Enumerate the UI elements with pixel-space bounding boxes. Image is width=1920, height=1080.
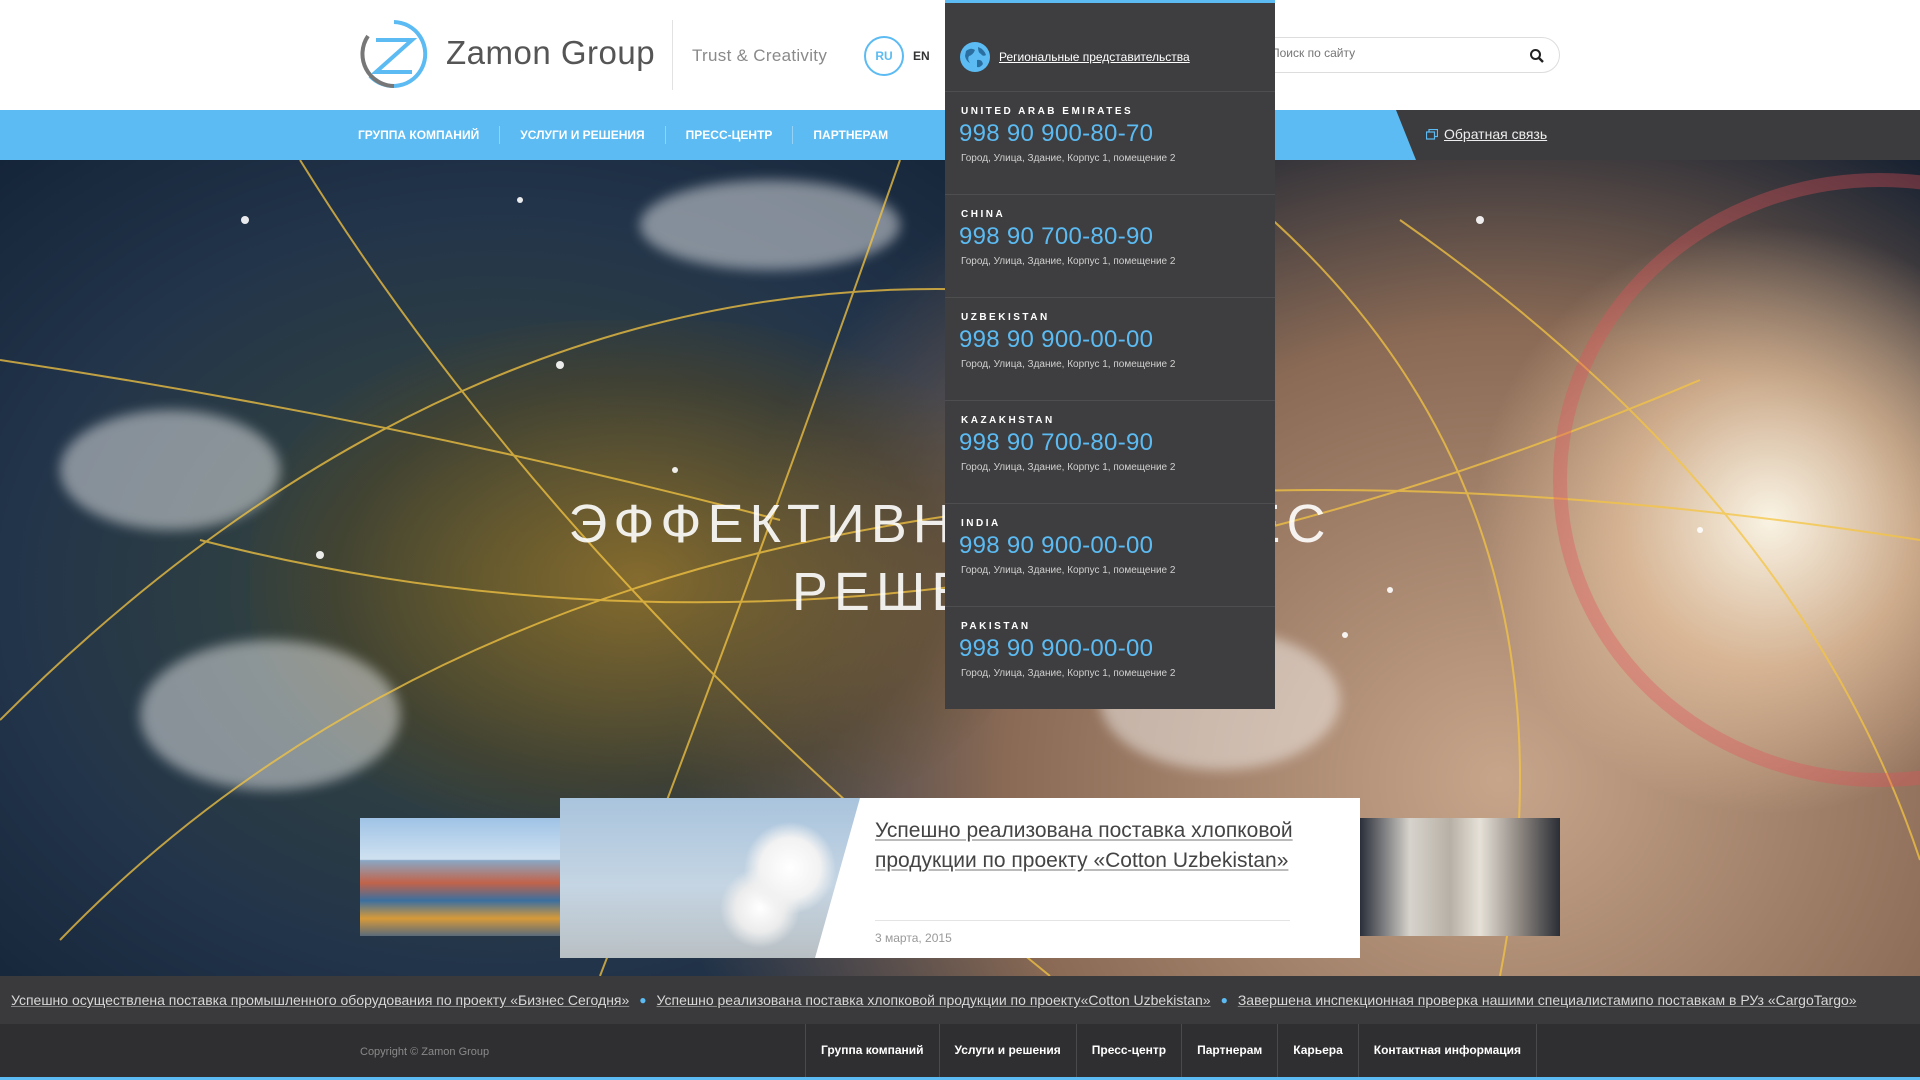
region-country: PAKISTAN: [961, 621, 1031, 632]
region-entry-kazakhstan: KAZAKHSTAN 998 90 700-80-90 Город, Улица…: [945, 400, 1275, 503]
nav-item-partners[interactable]: ПАРТНЕРАМ: [792, 126, 908, 144]
region-phone[interactable]: 998 90 700-80-90: [959, 223, 1275, 251]
zamon-logo-icon[interactable]: [358, 18, 430, 90]
nav-item-group[interactable]: ГРУППА КОМПАНИЙ: [358, 126, 499, 144]
feedback-window-icon: [1426, 128, 1438, 140]
region-address: Город, Улица, Здание, Корпус 1, помещени…: [961, 462, 1176, 473]
region-phone[interactable]: 998 90 900-80-70: [959, 120, 1275, 148]
region-entry-india: INDIA 998 90 900-00-00 Город, Улица, Зда…: [945, 503, 1275, 606]
footer-item-contacts[interactable]: Контактная информация: [1357, 1024, 1537, 1077]
lang-en-button[interactable]: EN: [913, 49, 930, 63]
regional-offices-dropdown: Региональные представительства UNITED AR…: [945, 0, 1275, 709]
search-input[interactable]: [1271, 46, 1511, 60]
news-divider: [875, 920, 1290, 921]
logo-text[interactable]: Zamon Group: [446, 34, 655, 72]
region-address: Город, Улица, Здание, Корпус 1, помещени…: [961, 565, 1176, 576]
nav-item-press[interactable]: ПРЕСС-ЦЕНТР: [664, 126, 793, 144]
copyright: Copyright © Zamon Group: [360, 1046, 490, 1058]
footer-item-partners[interactable]: Партнерам: [1181, 1024, 1277, 1077]
region-phone[interactable]: 998 90 700-80-90: [959, 429, 1275, 457]
ticker-item[interactable]: Успешно осуществлена поставка промышленн…: [11, 992, 629, 1008]
news-image-cotton[interactable]: [560, 798, 860, 958]
ticker-separator: ●: [639, 993, 647, 1007]
globe-icon: [960, 42, 990, 72]
region-country: INDIA: [961, 518, 1001, 529]
region-country: KAZAKHSTAN: [961, 415, 1055, 426]
region-entry-uzbekistan: UZBEKISTAN 998 90 900-00-00 Город, Улица…: [945, 297, 1275, 400]
region-phone[interactable]: 998 90 900-00-00: [959, 326, 1275, 354]
region-entry-china: CHINA 998 90 700-80-90 Город, Улица, Зда…: [945, 194, 1275, 297]
site-footer: Copyright © Zamon Group Группа компаний …: [0, 1024, 1920, 1080]
ticker-separator: ●: [1220, 993, 1228, 1007]
news-ticker: Успешно осуществлена поставка промышленн…: [0, 976, 1920, 1024]
news-thumb-containers[interactable]: [360, 818, 560, 936]
region-phone[interactable]: 998 90 900-00-00: [959, 532, 1275, 560]
footer-item-career[interactable]: Карьера: [1277, 1024, 1358, 1077]
search-box: [1240, 37, 1560, 73]
region-country: UNITED ARAB EMIRATES: [961, 106, 1134, 117]
dropdown-header: Региональные представительства: [959, 41, 1190, 73]
lang-ru-button[interactable]: RU: [864, 36, 904, 76]
region-country: UZBEKISTAN: [961, 312, 1050, 323]
footer-item-services[interactable]: Услуги и решения: [938, 1024, 1076, 1077]
region-entry-pakistan: PAKISTAN 998 90 900-00-00 Город, Улица, …: [945, 606, 1275, 709]
header-divider: [672, 20, 673, 90]
footer-nav: Группа компаний Услуги и решения Пресс-ц…: [805, 1024, 1537, 1077]
news-title-link[interactable]: Успешно реализована поставка хлопковой п…: [875, 816, 1335, 876]
news-thumb-workers[interactable]: [1360, 818, 1560, 936]
region-phone[interactable]: 998 90 900-00-00: [959, 635, 1275, 663]
region-address: Город, Улица, Здание, Корпус 1, помещени…: [961, 153, 1176, 164]
region-address: Город, Улица, Здание, Корпус 1, помещени…: [961, 668, 1176, 679]
news-date: 3 марта, 2015: [875, 931, 952, 945]
nav-item-services[interactable]: УСЛУГИ И РЕШЕНИЯ: [499, 126, 664, 144]
feedback-link[interactable]: Обратная связь: [1426, 126, 1547, 142]
region-country: CHINA: [961, 209, 1006, 220]
footer-item-group[interactable]: Группа компаний: [805, 1024, 939, 1077]
footer-item-press[interactable]: Пресс-центр: [1075, 1024, 1181, 1077]
region-address: Город, Улица, Здание, Корпус 1, помещени…: [961, 359, 1176, 370]
ticker-item[interactable]: Успешно реализована поставка хлопковой п…: [657, 992, 1211, 1008]
main-nav: ГРУППА КОМПАНИЙ УСЛУГИ И РЕШЕНИЯ ПРЕСС-Ц…: [358, 110, 908, 160]
regional-offices-link[interactable]: Региональные представительства: [999, 50, 1190, 64]
region-entry-uae: UNITED ARAB EMIRATES 998 90 900-80-70 Го…: [945, 91, 1275, 194]
feedback-label[interactable]: Обратная связь: [1444, 126, 1547, 142]
tagline: Trust & Creativity: [692, 46, 828, 65]
search-icon[interactable]: [1529, 48, 1545, 64]
region-address: Город, Улица, Здание, Корпус 1, помещени…: [961, 256, 1176, 267]
news-card: Успешно реализована поставка хлопковой п…: [560, 798, 1360, 958]
ticker-item[interactable]: Завершена инспекционная проверка нашими …: [1238, 992, 1857, 1008]
